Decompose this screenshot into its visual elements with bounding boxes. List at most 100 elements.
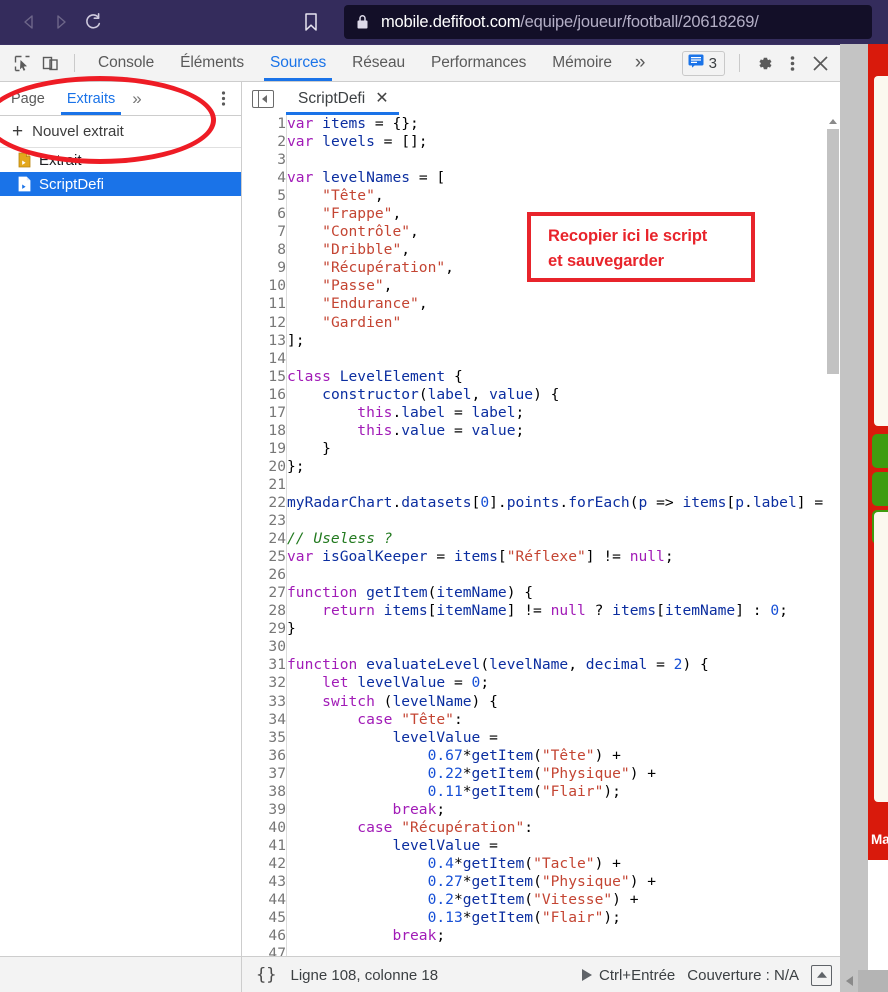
line-content[interactable]: } (287, 440, 827, 458)
line-number: 30 (242, 638, 287, 657)
tab-memory[interactable]: Mémoire (539, 45, 625, 81)
navigator-more-vertical-icon[interactable] (213, 88, 233, 108)
nav-tab-page[interactable]: Page (0, 83, 56, 115)
more-tabs-icon[interactable]: » (625, 45, 656, 81)
tab-elements[interactable]: Éléments (167, 45, 257, 81)
line-content[interactable]: function evaluateLevel(levelName, decima… (287, 656, 827, 674)
scroll-up-arrow-icon[interactable] (829, 119, 837, 124)
forward-arrow-icon[interactable] (46, 7, 76, 37)
snippet-file-icon (18, 152, 31, 168)
line-content[interactable]: var levelNames = [ (287, 169, 827, 187)
line-content[interactable]: switch (levelName) { (287, 693, 827, 711)
line-number: 34 (242, 710, 287, 729)
address-bar[interactable]: mobile.defifoot.com/equipe/joueur/footba… (344, 5, 872, 39)
line-content[interactable]: 0.2*getItem("Vitesse") + (287, 891, 827, 909)
page-vertical-scrollbar[interactable] (840, 44, 868, 970)
line-number: 26 (242, 566, 287, 585)
line-content[interactable]: 0.4*getItem("Tacle") + (287, 855, 827, 873)
line-content[interactable]: this.value = value; (287, 422, 827, 440)
line-content[interactable]: 0.27*getItem("Physique") + (287, 873, 827, 891)
line-number: 16 (242, 385, 287, 404)
editor-vertical-scrollbar[interactable] (826, 115, 840, 975)
back-arrow-icon[interactable] (14, 7, 44, 37)
show-drawer-icon[interactable] (811, 964, 832, 986)
pretty-print-button[interactable]: {} (256, 965, 276, 985)
line-content[interactable] (287, 512, 827, 530)
nav-more-tabs-icon[interactable]: » (126, 89, 147, 109)
line-content[interactable]: break; (287, 801, 827, 819)
line-content[interactable]: var items = {}; (287, 115, 827, 133)
tab-performance[interactable]: Performances (418, 45, 539, 81)
line-content[interactable]: var isGoalKeeper = items["Réflexe"] != n… (287, 548, 827, 566)
line-content[interactable]: 0.11*getItem("Flair"); (287, 783, 827, 801)
code-line: 20}; (242, 457, 827, 476)
message-count-badge[interactable]: 3 (681, 50, 725, 76)
editor-vscroll-thumb[interactable] (827, 129, 839, 374)
line-content[interactable]: myRadarChart.datasets[0].points.forEach(… (287, 494, 827, 512)
line-number: 6 (242, 205, 287, 224)
tab-sources[interactable]: Sources (257, 45, 339, 81)
line-content[interactable] (287, 350, 827, 368)
close-icon[interactable]: ✕ (375, 90, 388, 107)
line-content[interactable]: class LevelElement { (287, 368, 827, 386)
line-content[interactable]: constructor(label, value) { (287, 386, 827, 404)
line-number: 45 (242, 909, 287, 928)
line-content[interactable]: 0.13*getItem("Flair"); (287, 909, 827, 927)
code-line: 21 (242, 475, 827, 494)
line-content[interactable]: let levelValue = 0; (287, 674, 827, 692)
annotation-callout-box: Recopier ici le script et sauvegarder (527, 212, 755, 282)
devtools-toolbar: Console Éléments Sources Réseau Performa… (0, 45, 840, 82)
line-content[interactable]: function getItem(itemName) { (287, 584, 827, 602)
page-green-button[interactable] (872, 434, 888, 468)
line-number: 32 (242, 674, 287, 693)
reload-icon[interactable] (78, 7, 108, 37)
line-content[interactable]: return items[itemName] != null ? items[i… (287, 602, 827, 620)
code-line: 14 (242, 349, 827, 368)
line-number: 15 (242, 367, 287, 386)
line-content[interactable]: } (287, 620, 827, 638)
line-content[interactable]: break; (287, 927, 827, 945)
line-content[interactable] (287, 476, 827, 494)
scroll-left-arrow-icon[interactable] (846, 976, 853, 986)
line-content[interactable] (287, 638, 827, 656)
run-snippet-hint[interactable]: Ctrl+Entrée (581, 967, 675, 984)
line-content[interactable] (287, 151, 827, 169)
code-line: 46 break; (242, 927, 827, 946)
close-icon[interactable] (806, 49, 834, 77)
more-vertical-icon[interactable] (778, 49, 806, 77)
page-scrollbar-thumb[interactable] (840, 44, 868, 384)
line-content[interactable]: "Tête", (287, 187, 827, 205)
line-content[interactable]: levelValue = (287, 729, 827, 747)
toggle-navigator-icon[interactable] (252, 89, 274, 108)
page-horizontal-scrollbar[interactable] (840, 970, 888, 992)
line-content[interactable]: ]; (287, 332, 827, 350)
editor-tab-scriptdefi[interactable]: ScriptDefi ✕ (286, 83, 399, 115)
line-content[interactable]: case "Tête": (287, 711, 827, 729)
line-content[interactable]: 0.22*getItem("Physique") + (287, 765, 827, 783)
snippet-item-scriptdefi[interactable]: ScriptDefi (0, 172, 241, 196)
line-content[interactable]: this.label = label; (287, 404, 827, 422)
new-snippet-button[interactable]: + Nouvel extrait (0, 116, 241, 148)
tab-console[interactable]: Console (85, 45, 167, 81)
snippet-item-extrait[interactable]: Extrait (0, 148, 241, 172)
page-sliver-label: Ma (871, 832, 888, 847)
code-line: 5 "Tête", (242, 187, 827, 206)
line-content[interactable]: }; (287, 458, 827, 476)
line-content[interactable]: 0.67*getItem("Tête") + (287, 747, 827, 765)
line-content[interactable]: levelValue = (287, 837, 827, 855)
line-content[interactable]: var levels = []; (287, 133, 827, 151)
page-green-button[interactable] (872, 472, 888, 506)
nav-tab-snippets[interactable]: Extraits (56, 83, 126, 115)
scroll-trough[interactable] (858, 970, 888, 992)
tab-network[interactable]: Réseau (339, 45, 418, 81)
code-line: 35 levelValue = (242, 728, 827, 747)
bookmark-icon[interactable] (300, 11, 322, 33)
line-content[interactable]: "Gardien" (287, 314, 827, 332)
gear-icon[interactable] (750, 49, 778, 77)
line-content[interactable]: case "Récupération": (287, 819, 827, 837)
line-content[interactable]: // Useless ? (287, 530, 827, 548)
inspect-element-icon[interactable] (8, 49, 36, 77)
line-content[interactable] (287, 566, 827, 584)
device-toolbar-icon[interactable] (36, 49, 64, 77)
line-content[interactable]: "Endurance", (287, 295, 827, 313)
